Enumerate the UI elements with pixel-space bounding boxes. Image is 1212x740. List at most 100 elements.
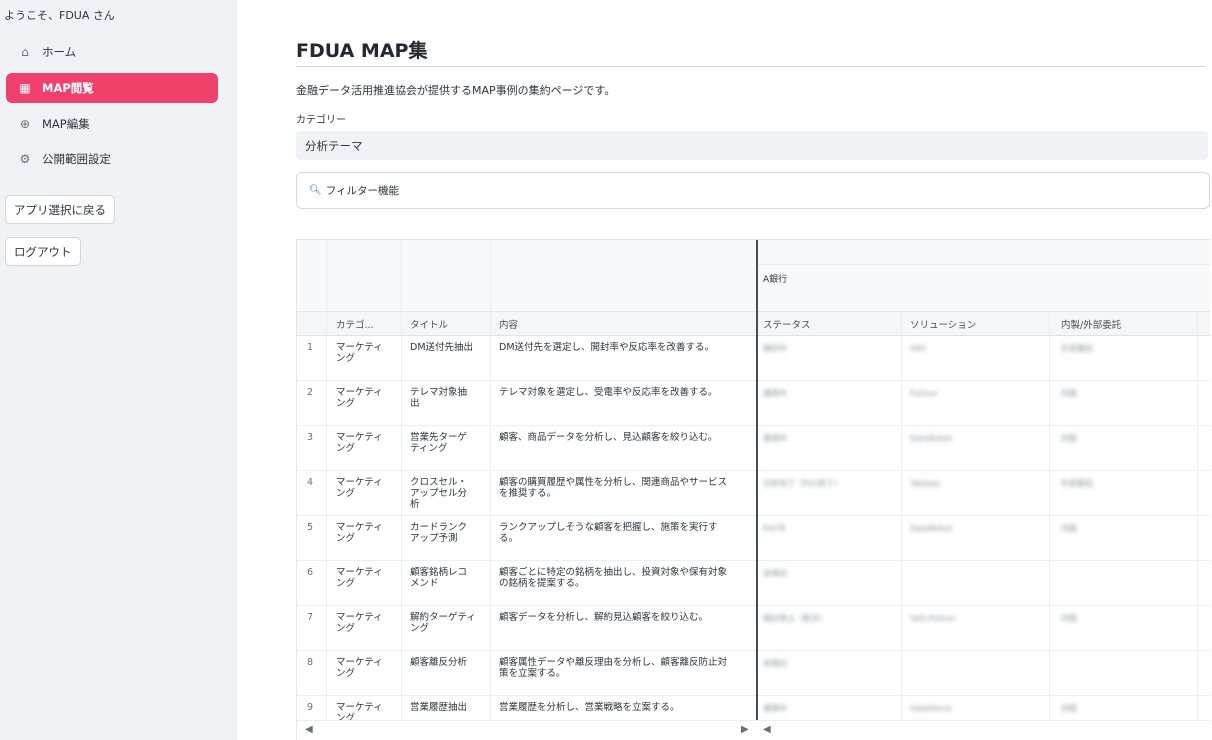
cell-content-line: 顧客の購買履歴や属性を分析し、関連商品やサービス <box>499 477 728 488</box>
filter-expander[interactable]: 🔍︎ フィルター機能 <box>296 172 1210 209</box>
logout-button[interactable]: ログアウト <box>5 237 81 266</box>
cell-content: 営業履歴を分析し、営業戦略を立案する。 <box>499 702 751 713</box>
cell-solution: Tableau <box>910 479 941 488</box>
cell-title: テレマ対象抽出 <box>410 387 467 409</box>
cell-solution: SAS <box>910 344 926 353</box>
chevron-left-icon[interactable]: ◀ <box>763 724 771 735</box>
cell-inhouse-outsource: 内製 <box>1061 389 1077 398</box>
cell-status: 未検討 <box>763 659 787 668</box>
cell-category-line: マーケティ <box>336 522 383 533</box>
cell-solution: DataRobot <box>910 524 953 533</box>
cell-content-line: テレマ対象を選定し、受電率や反応率を改善する。 <box>499 387 718 398</box>
cell-category: マーケティ ング <box>336 342 383 364</box>
sidebar-item-home[interactable]: ⌂ ホーム <box>6 37 218 67</box>
column-header-category[interactable]: カテゴ... <box>336 312 374 336</box>
row-number: 6 <box>307 567 314 578</box>
cell-category-line: マーケティ <box>336 567 383 578</box>
app: ようこそ、FDUA さん ⌂ ホーム ▦ MAP閲覧 ⊕ MAP編集 ⚙ 公開範… <box>0 0 1212 740</box>
cell-category-line: マーケティ <box>336 387 383 398</box>
cell-category-line: マーケティ <box>336 612 383 623</box>
search-icon: 🔍︎ <box>309 185 322 196</box>
cell-inhouse-outsource: 外部委託 <box>1061 479 1093 488</box>
cell-category-line: マーケティ <box>336 657 383 668</box>
column-divider <box>490 312 491 720</box>
cell-status: 検討停止（断念） <box>763 614 827 623</box>
cell-title: 営業履歴抽出 <box>410 702 467 713</box>
row-number: 4 <box>307 477 314 488</box>
column-header-inhouse-outsource[interactable]: 内製/外部委託 <box>1061 312 1121 336</box>
table-row[interactable]: 2 マーケティ ング テレマ対象抽出 テレマ対象を選定し、受電率や反応率を改善する。 運用… <box>297 381 1210 426</box>
sidebar-item-map-view[interactable]: ▦ MAP閲覧 <box>6 73 218 103</box>
table-row[interactable]: 7 マーケティ ング 解約ターゲティ ング 顧客データを分析し、解約見込顧客を絞り込む。検… <box>297 606 1210 651</box>
cell-content-line: 営業履歴を分析し、営業戦略を立案する。 <box>499 702 680 713</box>
cell-title-line: 営業履歴抽出 <box>410 702 468 713</box>
cell-status: PoC中 <box>763 524 787 533</box>
table-row[interactable]: 3 マーケティ ング 営業先ターゲ ティング 顧客、商品データを分析し、見込顧客を絞り込む… <box>297 426 1210 471</box>
sidebar-item-map-edit[interactable]: ⊕ MAP編集 <box>6 109 218 139</box>
column-group-header <box>297 240 1210 312</box>
cell-content-line: 顧客ごとに特定の銘柄を抽出し、投資対象や保有対象 <box>499 567 728 578</box>
cell-category-line: ング <box>336 443 356 454</box>
sidebar-item-label: ホーム <box>42 45 77 59</box>
column-divider <box>901 312 902 720</box>
table-row[interactable]: 5 マーケティ ング カードランク アップ予測 ランクアップしそうな顧客を把握し、施策を実… <box>297 516 1210 561</box>
table-row[interactable]: 8 マーケティ ング 顧客離反分析 顧客属性データや離反理由を分析し、顧客離反防止対 策を… <box>297 651 1210 696</box>
table-row[interactable]: 4 マーケティ ング クロスセル・ アップセル分析 顧客の購買履歴や属性を分析し、関連商品… <box>297 471 1210 516</box>
row-number: 7 <box>307 612 314 623</box>
horizontal-scrollbar[interactable] <box>297 720 1210 740</box>
cell-title-line: 顧客銘柄レコ <box>410 567 468 578</box>
cell-title-line: 解約ターゲティ <box>410 612 476 623</box>
chevron-right-icon[interactable]: ▶ <box>741 724 749 735</box>
cell-solution: Python <box>910 389 938 398</box>
cell-title-line: ティング <box>410 443 448 454</box>
cell-solution: SAS,Python <box>910 614 957 623</box>
row-number: 1 <box>307 342 314 353</box>
cell-content-line: 顧客データを分析し、解約見込顧客を絞り込む。 <box>499 612 709 623</box>
column-divider <box>1197 312 1198 720</box>
column-header-status[interactable]: ステータス <box>763 312 811 336</box>
cell-title-line: 出 <box>410 398 420 409</box>
cell-title: DM送付先抽出 <box>410 342 473 353</box>
cell-inhouse-outsource: 外部委託 <box>1061 344 1093 353</box>
cell-title-line: クロスセル・ <box>410 477 468 488</box>
cell-content-line: を推奨する。 <box>499 488 557 499</box>
cell-title-line: アップ予測 <box>410 533 458 544</box>
cell-content: 顧客データを分析し、解約見込顧客を絞り込む。 <box>499 612 751 623</box>
column-header-content[interactable]: 内容 <box>499 312 518 336</box>
cell-title-line: カードランク <box>410 522 468 533</box>
frozen-column-divider <box>756 240 758 720</box>
cell-title: 顧客離反分析 <box>410 657 467 668</box>
cell-title-line: ング <box>410 623 430 634</box>
column-header-title[interactable]: タイトル <box>410 312 448 336</box>
cell-category-line: ング <box>336 578 356 589</box>
table-row[interactable]: 6 マーケティ ング 顧客銘柄レコ メンド 顧客ごとに特定の銘柄を抽出し、投資対象や保有対… <box>297 561 1210 606</box>
cell-title-line: メンド <box>410 578 439 589</box>
cell-solution: Salesforce <box>910 704 952 713</box>
data-grid[interactable]: A銀行 カテゴ... タイトル 内容 ステータス ソリューション 内製/外部委託… <box>296 239 1210 740</box>
chevron-left-icon[interactable]: ◀ <box>305 724 313 735</box>
cell-title-line: アップセル分 <box>410 488 468 499</box>
sidebar-item-visibility-settings[interactable]: ⚙ 公開範囲設定 <box>6 144 218 174</box>
cell-category-line: ング <box>336 488 356 499</box>
row-number: 5 <box>307 522 314 533</box>
page-title: FDUA MAP集 <box>296 40 428 62</box>
title-divider <box>296 66 1206 67</box>
cell-title: 営業先ターゲ ティング <box>410 432 467 454</box>
cell-status: 分析完了（PoC終了） <box>763 479 843 488</box>
row-number: 8 <box>307 657 314 668</box>
column-divider <box>401 312 402 720</box>
cell-content-line: DM送付先を選定し、開封率や反応率を改善する。 <box>499 342 715 353</box>
table-row[interactable]: 1 マーケティ ング DM送付先抽出 DM送付先を選定し、開封率や反応率を改善する。 検討… <box>297 336 1210 381</box>
cell-inhouse-outsource: 内製 <box>1061 434 1077 443</box>
cell-title: 顧客銘柄レコ メンド <box>410 567 467 589</box>
group-header-bank: A銀行 <box>763 275 788 285</box>
column-header-solution[interactable]: ソリューション <box>910 312 976 336</box>
cell-category: マーケティ ング <box>336 522 383 544</box>
cell-category-line: ング <box>336 533 356 544</box>
cell-category-line: ング <box>336 623 356 634</box>
cell-category-line: マーケティ <box>336 342 383 353</box>
row-number: 9 <box>307 702 314 713</box>
category-select[interactable]: 分析テーマ <box>296 131 1208 160</box>
cell-content-line: る。 <box>499 533 519 544</box>
back-to-app-select-button[interactable]: アプリ選択に戻る <box>5 195 115 224</box>
